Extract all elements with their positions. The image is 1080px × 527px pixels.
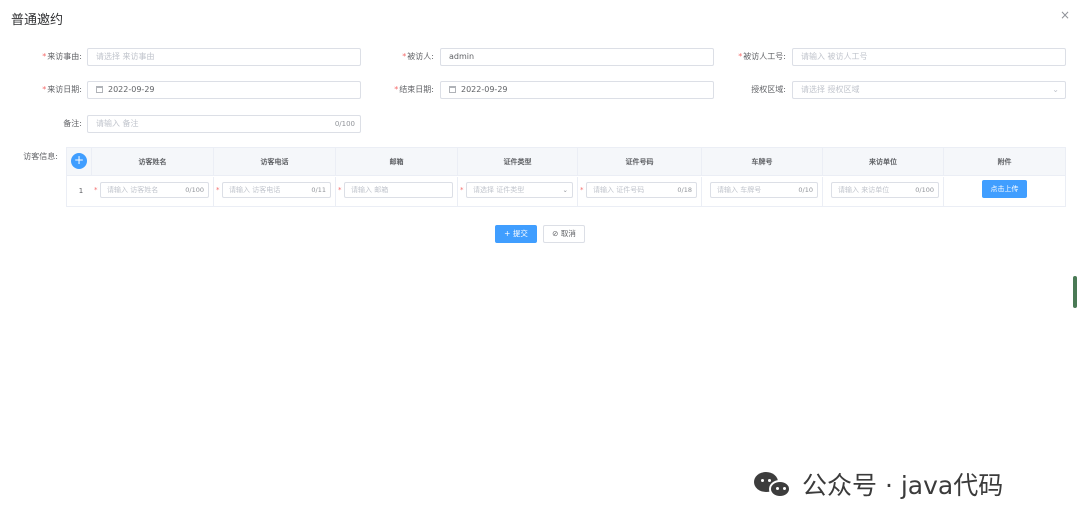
visit-reason-label: *来访事由: (42, 52, 82, 61)
scrollbar[interactable] (1073, 276, 1077, 308)
visitee-label: *被访人: (402, 52, 434, 61)
id-number-input[interactable]: 请输入 证件号码 0/18 (586, 182, 697, 198)
company-input[interactable]: 请输入 来访单位 0/100 (831, 182, 939, 198)
table-row: 1 * 请输入 访客姓名 0/100 * 请输入 访客电话 0/11 * 请输入 邮… (67, 177, 1065, 206)
visitor-phone-input[interactable]: 请输入 访客电话 0/11 (222, 182, 331, 198)
id-type-select[interactable]: 请选择 证件类型 ⌄ (466, 182, 573, 198)
watermark-text: 公众号 · java代码 (802, 471, 1004, 500)
column-header: 车牌号 (702, 148, 823, 176)
auth-area-select[interactable]: 请选择 授权区域 ⌄ (792, 81, 1066, 99)
visit-reason-select[interactable]: 请选择 来访事由 (87, 48, 361, 66)
visitors-table: 访客姓名 访客电话 邮箱 证件类型 证件号码 车牌号 来访单位 附件 1 * 请… (66, 147, 1066, 207)
remark-label: 备注: (63, 119, 82, 128)
visitor-email-input[interactable]: 请输入 邮箱 (344, 182, 453, 198)
wechat-icon (754, 468, 794, 500)
visit-date-label: *来访日期: (42, 85, 82, 94)
calendar-icon (96, 86, 103, 93)
column-header: 来访单位 (823, 148, 944, 176)
upload-button[interactable]: 点击上传 (982, 180, 1027, 198)
visit-date-picker[interactable]: 2022-09-29 (87, 81, 361, 99)
add-visitor-button[interactable]: + (71, 153, 87, 169)
column-header: 证件号码 (578, 148, 702, 176)
row-index: 1 (78, 187, 84, 195)
remark-input[interactable]: 请输入 备注 0/100 (87, 115, 361, 133)
chevron-down-icon: ⌄ (562, 186, 568, 194)
cancel-button[interactable]: ⊘ 取消 (543, 225, 585, 243)
plate-input[interactable]: 请输入 车牌号 0/10 (710, 182, 818, 198)
remark-counter: 0/100 (334, 120, 355, 128)
column-header: 访客电话 (214, 148, 336, 176)
end-date-label: *结束日期: (394, 85, 434, 94)
watermark: 公众号 · java代码 (754, 466, 1003, 502)
calendar-icon (449, 86, 456, 93)
visitor-name-input[interactable]: 请输入 访客姓名 0/100 (100, 182, 209, 198)
visitors-label: 访客信息: (23, 152, 58, 161)
end-date-picker[interactable]: 2022-09-29 (440, 81, 714, 99)
visitee-input[interactable]: admin (440, 48, 714, 66)
visitee-id-input[interactable]: 请输入 被访人工号 (792, 48, 1066, 66)
chevron-down-icon: ⌄ (1052, 85, 1059, 94)
invite-dialog: 普通邀约 × *来访事由: 请选择 来访事由 *被访人: admin *被访人工… (0, 0, 1080, 527)
auth-area-label: 授权区域: (751, 85, 786, 94)
close-icon[interactable]: × (1060, 8, 1070, 22)
column-header: 访客姓名 (92, 148, 214, 176)
dialog-title: 普通邀约 (11, 13, 64, 28)
column-header: 附件 (997, 158, 1012, 166)
column-header: 证件类型 (458, 148, 578, 176)
column-header: 邮箱 (336, 148, 458, 176)
submit-button[interactable]: + 提交 (495, 225, 537, 243)
visitee-id-label: *被访人工号: (738, 52, 786, 61)
table-header: 访客姓名 访客电话 邮箱 证件类型 证件号码 车牌号 来访单位 附件 (67, 148, 1065, 176)
